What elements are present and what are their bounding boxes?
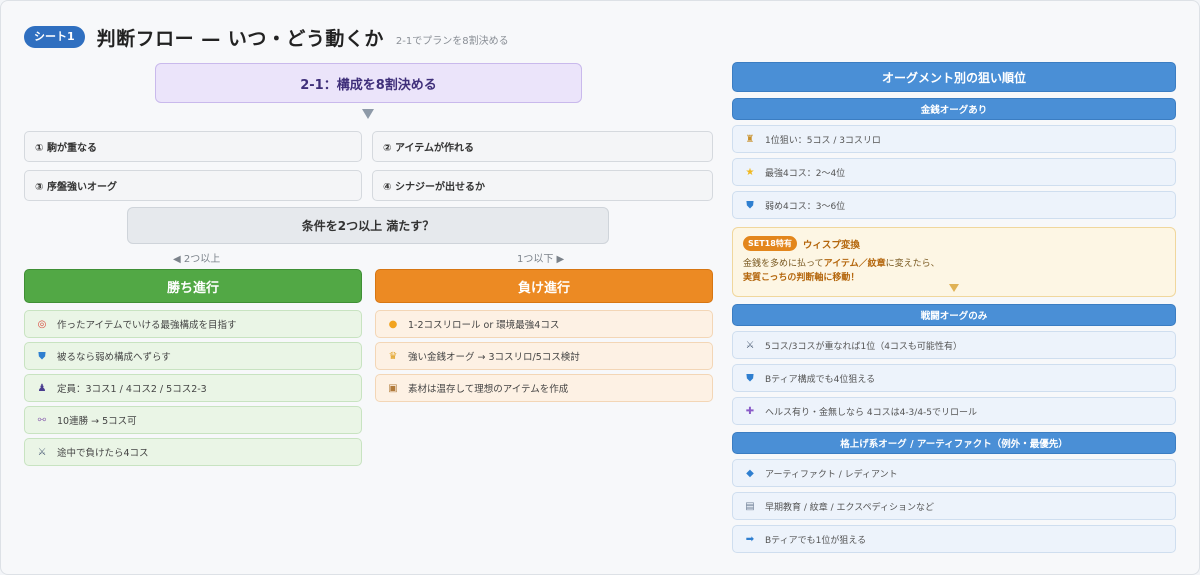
coin-icon: ● — [388, 318, 398, 330]
upgrade-item: ◆ アーティファクト / レディアント — [732, 459, 1176, 487]
lose-item-text: 強い金銭オーグ → 3コスリロ/5コス検討 — [408, 352, 580, 363]
page-subtitle: 2-1でプランを8割決める — [395, 35, 509, 47]
upgrade-item-text: アーティファクト / レディアント — [765, 469, 898, 480]
branch-label-right: 1つ以下 ▶ — [517, 254, 565, 265]
down-arrow-icon — [362, 109, 374, 119]
note-line2: 実質こっちの判断軸に移動！ — [743, 273, 860, 283]
crown-icon: ♛ — [388, 350, 398, 362]
arrow-right-icon: ➡ — [745, 533, 755, 545]
upgrade-item: ▤ 早期教育 / 紋章 / エクスペディションなど — [732, 492, 1176, 520]
upgrade-item: ➡ Bティアでも1位が狙える — [732, 525, 1176, 553]
lose-item: ● 1-2コスリロール or 環境最強4コス — [375, 310, 713, 338]
shield-icon: ⛊ — [746, 372, 754, 384]
book-icon: ▤ — [745, 500, 755, 512]
upgrade-augment-header: 格上げ系オーグ / アーティファクト（例外・最優先） — [732, 432, 1176, 454]
note-line1-pre: 金銭を多めに払って — [743, 259, 824, 269]
note-text: 金銭を多めに払ってアイテム／紋章に変えたら、 実質こっちの判断軸に移動！ — [743, 257, 1165, 285]
win-item: ♟ 定員：3コス1 / 4コス2 / 5コス2-3 — [24, 374, 362, 402]
note-line1-post: に変えたら、 — [885, 259, 940, 269]
link-icon: ⚯ — [37, 414, 47, 426]
win-item-text: 被るなら弱め構成へずらす — [57, 352, 171, 363]
combat-augment-header: 戦闘オーグのみ — [732, 304, 1176, 326]
down-arrow-icon — [949, 284, 959, 292]
win-item: ⚯ 10連勝 → 5コス可 — [24, 406, 362, 434]
money-item: ★ 最強4コス：2〜4位 — [732, 158, 1176, 186]
crossed-swords-icon: ⚔ — [37, 446, 47, 458]
condition-2: ② アイテムが作れる — [372, 131, 713, 162]
upgrade-item-text: Bティアでも1位が狙える — [765, 535, 867, 546]
money-augment-header: 金銭オーグあり — [732, 98, 1176, 120]
package-icon: ▣ — [388, 382, 398, 394]
diamond-icon: ◆ — [746, 467, 754, 479]
money-item-text: 弱め4コス：3〜6位 — [765, 201, 846, 212]
target-icon: ◎ — [37, 318, 47, 330]
branch-label-left: ◀ 2つ以上 — [173, 254, 221, 265]
win-item-text: 途中で負けたら4コス — [57, 448, 149, 459]
shield-icon: ⛊ — [746, 199, 754, 211]
note-line1-bold: アイテム／紋章 — [823, 259, 886, 269]
set18-badge: SET18特有 — [743, 236, 797, 251]
sheet-badge[interactable]: シート1 — [24, 26, 85, 48]
win-item-text: 定員：3コス1 / 4コス2 / 5コス2-3 — [57, 384, 207, 395]
page-title: 判断フロー — いつ・どう動くか — [96, 27, 384, 50]
star-icon: ★ — [745, 166, 755, 178]
lose-branch-header: 負け進行 — [375, 269, 713, 303]
combat-item: ✚ ヘルス有り・金無しなら 4コスは4-3/4-5でリロール — [732, 397, 1176, 425]
trophy-icon: ♜ — [745, 133, 755, 145]
win-item: ⛊ 被るなら弱め構成へずらす — [24, 342, 362, 370]
upgrade-item-text: 早期教育 / 紋章 / エクスペディションなど — [765, 502, 934, 513]
lose-item: ♛ 強い金銭オーグ → 3コスリロ/5コス検討 — [375, 342, 713, 370]
combat-item-text: 5コス/3コスが重なれば1位（4コスも可能性有） — [765, 341, 962, 352]
plus-icon: ✚ — [745, 405, 755, 417]
shield-icon: ⛊ — [38, 350, 46, 362]
money-item: ⛊ 弱め4コス：3〜6位 — [732, 191, 1176, 219]
money-item-text: 最強4コス：2〜4位 — [765, 168, 846, 179]
lose-item-text: 素材は温存して理想のアイテムを作成 — [408, 384, 569, 395]
combat-item: ⚔ 5コス/3コスが重なれば1位（4コスも可能性有） — [732, 331, 1176, 359]
augment-priority-header: オーグメント別の狙い順位 — [732, 62, 1176, 92]
combat-item-text: ヘルス有り・金無しなら 4コスは4-3/4-5でリロール — [765, 407, 978, 418]
win-item-text: 作ったアイテムでいける最強構成を目指す — [57, 320, 237, 331]
note-title: ウィスプ変換 — [802, 239, 860, 251]
flow-start-box: 2-1：構成を8割決める — [155, 63, 582, 103]
condition-3: ③ 序盤強いオーグ — [24, 170, 362, 201]
decision-question: 条件を2つ以上 満たす？ — [127, 207, 609, 244]
condition-1: ① 駒が重なる — [24, 131, 362, 162]
win-branch-header: 勝ち進行 — [24, 269, 362, 303]
money-item: ♜ 1位狙い：5コス / 3コスリロ — [732, 125, 1176, 153]
lose-item-text: 1-2コスリロール or 環境最強4コス — [408, 320, 560, 331]
combat-item: ⛊ Bティア構成でも4位狙える — [732, 364, 1176, 392]
crossed-swords-icon: ⚔ — [745, 339, 755, 351]
condition-4: ④ シナジーが出せるか — [372, 170, 713, 201]
win-item-text: 10連勝 → 5コス可 — [57, 416, 137, 427]
lose-item: ▣ 素材は温存して理想のアイテムを作成 — [375, 374, 713, 402]
combat-item-text: Bティア構成でも4位狙える — [765, 374, 876, 385]
money-item-text: 1位狙い：5コス / 3コスリロ — [765, 135, 881, 146]
win-item: ◎ 作ったアイテムでいける最強構成を目指す — [24, 310, 362, 338]
win-item: ⚔ 途中で負けたら4コス — [24, 438, 362, 466]
chess-pawn-icon: ♟ — [37, 382, 47, 394]
page-header: シート1 判断フロー — いつ・どう動くか 2-1でプランを8割決める — [24, 24, 509, 50]
